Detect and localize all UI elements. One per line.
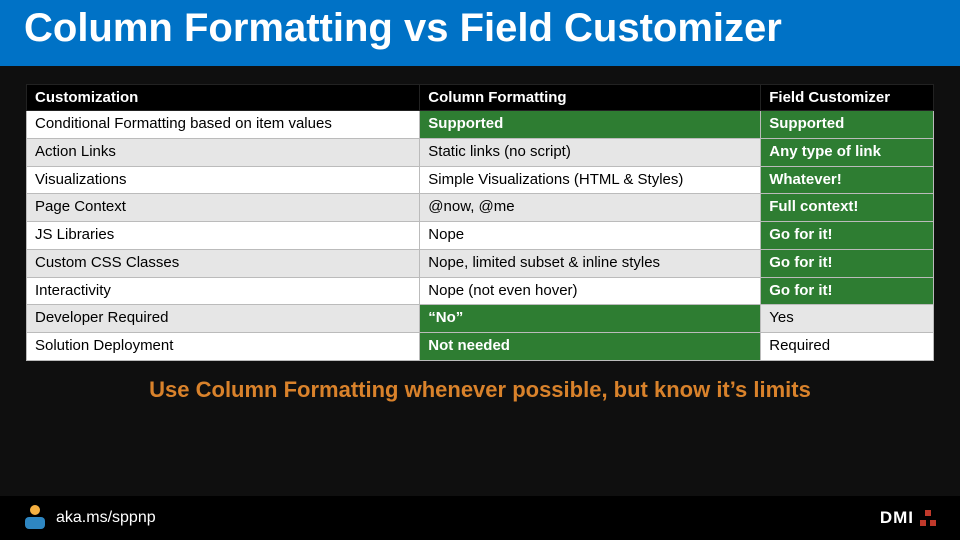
cell-customization: Page Context: [27, 194, 420, 222]
cell-field-customizer: Required: [761, 333, 934, 361]
slide-content: Customization Column Formatting Field Cu…: [0, 66, 960, 403]
cell-customization: Custom CSS Classes: [27, 249, 420, 277]
table-row: Conditional Formatting based on item val…: [27, 111, 934, 139]
brand-icon: [920, 510, 936, 526]
cell-column-formatting: Supported: [420, 111, 761, 139]
footer-left: aka.ms/sppnp: [24, 507, 156, 529]
cell-field-customizer: Supported: [761, 111, 934, 139]
cell-customization: Visualizations: [27, 166, 420, 194]
cell-customization: Developer Required: [27, 305, 420, 333]
cell-customization: Conditional Formatting based on item val…: [27, 111, 420, 139]
cell-customization: Action Links: [27, 138, 420, 166]
cell-customization: Interactivity: [27, 277, 420, 305]
cell-column-formatting: “No”: [420, 305, 761, 333]
cell-customization: JS Libraries: [27, 222, 420, 250]
table-row: Developer Required“No”Yes: [27, 305, 934, 333]
comparison-table: Customization Column Formatting Field Cu…: [26, 84, 934, 361]
cell-field-customizer: Go for it!: [761, 249, 934, 277]
cell-column-formatting: Static links (no script): [420, 138, 761, 166]
table-row: Action LinksStatic links (no script)Any …: [27, 138, 934, 166]
cell-customization: Solution Deployment: [27, 333, 420, 361]
cell-field-customizer: Go for it!: [761, 277, 934, 305]
slide-header: Column Formatting vs Field Customizer: [0, 0, 960, 66]
cell-column-formatting: Nope, limited subset & inline styles: [420, 249, 761, 277]
cell-field-customizer: Full context!: [761, 194, 934, 222]
table-row: InteractivityNope (not even hover)Go for…: [27, 277, 934, 305]
slide-footer: aka.ms/sppnp DMI: [0, 496, 960, 540]
table-row: Custom CSS ClassesNope, limited subset &…: [27, 249, 934, 277]
cell-field-customizer: Whatever!: [761, 166, 934, 194]
cell-field-customizer: Go for it!: [761, 222, 934, 250]
cell-column-formatting: Simple Visualizations (HTML & Styles): [420, 166, 761, 194]
footer-brand: DMI: [880, 508, 936, 528]
cell-column-formatting: Nope (not even hover): [420, 277, 761, 305]
slide-title: Column Formatting vs Field Customizer: [24, 4, 936, 52]
table-row: JS LibrariesNopeGo for it!: [27, 222, 934, 250]
cell-field-customizer: Any type of link: [761, 138, 934, 166]
table-header-row: Customization Column Formatting Field Cu…: [27, 85, 934, 111]
brand-text: DMI: [880, 508, 914, 528]
th-field-customizer: Field Customizer: [761, 85, 934, 111]
table-row: Solution DeploymentNot neededRequired: [27, 333, 934, 361]
cell-column-formatting: Not needed: [420, 333, 761, 361]
table-row: VisualizationsSimple Visualizations (HTM…: [27, 166, 934, 194]
callout-text: Use Column Formatting whenever possible,…: [26, 377, 934, 403]
footer-link: aka.ms/sppnp: [56, 509, 156, 527]
th-column-formatting: Column Formatting: [420, 85, 761, 111]
th-customization: Customization: [27, 85, 420, 111]
cell-field-customizer: Yes: [761, 305, 934, 333]
cell-column-formatting: Nope: [420, 222, 761, 250]
pnp-icon: [24, 507, 46, 529]
table-row: Page Context@now, @meFull context!: [27, 194, 934, 222]
cell-column-formatting: @now, @me: [420, 194, 761, 222]
